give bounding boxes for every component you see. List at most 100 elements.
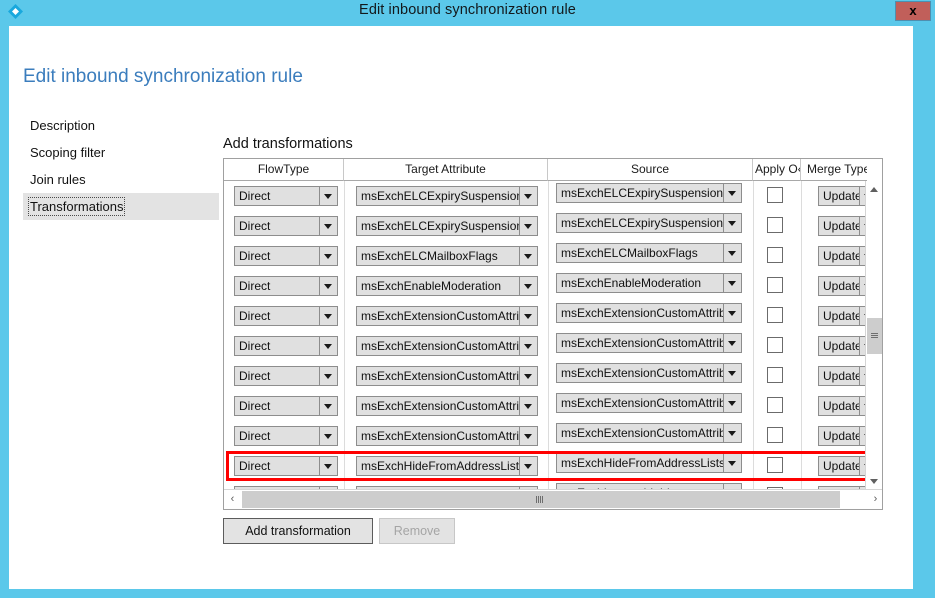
flowtype-dropdown[interactable]: Direct xyxy=(234,426,338,446)
grid-horizontal-scrollbar[interactable]: ‹ › xyxy=(224,489,882,509)
apply-once-checkbox[interactable] xyxy=(767,187,783,203)
scroll-up-icon[interactable] xyxy=(866,181,882,198)
merge-type-dropdown[interactable]: Update xyxy=(818,186,867,206)
table-row[interactable]: Direct msExchELCExpirySuspensionStart msEx… xyxy=(224,211,867,241)
chevron-down-icon[interactable] xyxy=(723,454,741,472)
chevron-down-icon[interactable] xyxy=(519,277,537,295)
apply-once-checkbox[interactable] xyxy=(767,397,783,413)
chevron-down-icon[interactable] xyxy=(519,337,537,355)
scroll-right-icon[interactable]: › xyxy=(867,490,882,509)
add-transformation-button[interactable]: Add transformation xyxy=(223,518,373,544)
chevron-down-icon[interactable] xyxy=(723,244,741,262)
chevron-down-icon[interactable] xyxy=(723,394,741,412)
column-header-flowtype[interactable]: FlowType xyxy=(224,159,344,181)
source-dropdown[interactable]: msExchELCExpirySuspensionEnd xyxy=(556,183,742,203)
source-dropdown[interactable]: msExchELCMailboxFlags xyxy=(556,243,742,263)
table-row[interactable]: Direct msExchExtensionCustomAttribute5 msE… xyxy=(224,421,867,451)
source-dropdown[interactable]: msExchExtensionCustomAttribute2 xyxy=(556,333,742,353)
apply-once-checkbox[interactable] xyxy=(767,247,783,263)
chevron-down-icon[interactable] xyxy=(519,247,537,265)
chevron-down-icon[interactable] xyxy=(723,424,741,442)
column-header-merge-type[interactable]: Merge Type xyxy=(801,159,867,181)
chevron-down-icon[interactable] xyxy=(519,427,537,445)
table-row[interactable]: Direct msExchELCMailboxFlags msExchELCMail… xyxy=(224,241,867,271)
source-dropdown[interactable]: msExchExtensionCustomAttribute1 xyxy=(556,303,742,323)
chevron-down-icon[interactable] xyxy=(319,217,337,235)
source-dropdown[interactable]: msExchExtensionCustomAttribute3 xyxy=(556,363,742,383)
remove-button[interactable]: Remove xyxy=(379,518,455,544)
table-row[interactable]: Direct msExchELCExpirySuspensionEnd msExch… xyxy=(224,181,867,211)
chevron-down-icon[interactable] xyxy=(319,247,337,265)
chevron-down-icon[interactable] xyxy=(319,457,337,475)
nav-item-join-rules[interactable]: Join rules xyxy=(23,166,219,193)
chevron-down-icon[interactable] xyxy=(723,364,741,382)
merge-type-dropdown[interactable]: Update xyxy=(818,396,867,416)
chevron-down-icon[interactable] xyxy=(723,304,741,322)
source-dropdown[interactable]: msExchHideFromAddressLists xyxy=(556,453,742,473)
chevron-down-icon[interactable] xyxy=(519,397,537,415)
table-row[interactable]: Direct msExchHideFromAddressLists msExchHi… xyxy=(224,451,867,481)
source-dropdown[interactable]: msExchExtensionCustomAttribute4 xyxy=(556,393,742,413)
column-header-apply-once[interactable]: Apply O‹ xyxy=(753,159,801,181)
flowtype-dropdown[interactable]: Direct xyxy=(234,366,338,386)
apply-once-checkbox[interactable] xyxy=(767,217,783,233)
chevron-down-icon[interactable] xyxy=(319,307,337,325)
merge-type-dropdown[interactable]: Update xyxy=(818,216,867,236)
nav-item-scoping-filter[interactable]: Scoping filter xyxy=(23,139,219,166)
chevron-down-icon[interactable] xyxy=(319,367,337,385)
chevron-down-icon[interactable] xyxy=(723,274,741,292)
chevron-down-icon[interactable] xyxy=(319,397,337,415)
target-attribute-dropdown[interactable]: msExchEnableModeration xyxy=(356,276,538,296)
target-attribute-dropdown[interactable]: msExchELCExpirySuspensionEnd xyxy=(356,186,538,206)
chevron-down-icon[interactable] xyxy=(319,427,337,445)
chevron-down-icon[interactable] xyxy=(519,367,537,385)
merge-type-dropdown[interactable]: Update xyxy=(818,426,867,446)
nav-item-description[interactable]: Description xyxy=(23,112,219,139)
table-row[interactable]: Direct msExchExtensionCustomAttribute3 msE… xyxy=(224,361,867,391)
apply-once-checkbox[interactable] xyxy=(767,307,783,323)
merge-type-dropdown[interactable]: Update xyxy=(818,246,867,266)
apply-once-checkbox[interactable] xyxy=(767,427,783,443)
chevron-down-icon[interactable] xyxy=(319,187,337,205)
merge-type-dropdown[interactable]: Update xyxy=(818,336,867,356)
table-row[interactable]: Direct msExchExtensionCustomAttribute4 msE… xyxy=(224,391,867,421)
chevron-down-icon[interactable] xyxy=(519,307,537,325)
table-row[interactable]: Direct msExchExtensionCustomAttribute1 msE… xyxy=(224,301,867,331)
horizontal-scroll-thumb[interactable] xyxy=(242,491,840,508)
scroll-down-icon[interactable] xyxy=(866,473,882,490)
column-header-target-attribute[interactable]: Target Attribute xyxy=(344,159,548,181)
close-button[interactable]: x xyxy=(895,1,931,21)
apply-once-checkbox[interactable] xyxy=(767,457,783,473)
flowtype-dropdown[interactable]: Direct xyxy=(234,396,338,416)
grid-vertical-scrollbar[interactable] xyxy=(865,181,882,490)
target-attribute-dropdown[interactable]: msExchELCMailboxFlags xyxy=(356,246,538,266)
flowtype-dropdown[interactable]: Direct xyxy=(234,216,338,236)
target-attribute-dropdown[interactable]: msExchExtensionCustomAttribute4 xyxy=(356,396,538,416)
chevron-down-icon[interactable] xyxy=(519,457,537,475)
source-dropdown[interactable]: msExchExtensionCustomAttribute5 xyxy=(556,423,742,443)
flowtype-dropdown[interactable]: Direct xyxy=(234,456,338,476)
target-attribute-dropdown[interactable]: msExchExtensionCustomAttribute2 xyxy=(356,336,538,356)
source-dropdown[interactable]: msExchEnableModeration xyxy=(556,273,742,293)
table-row[interactable]: Direct msExchExtensionCustomAttribute2 msE… xyxy=(224,331,867,361)
flowtype-dropdown[interactable]: Direct xyxy=(234,336,338,356)
target-attribute-dropdown[interactable]: msExchExtensionCustomAttribute1 xyxy=(356,306,538,326)
apply-once-checkbox[interactable] xyxy=(767,337,783,353)
target-attribute-dropdown[interactable]: msExchHideFromAddressLists xyxy=(356,456,538,476)
target-attribute-dropdown[interactable]: msExchExtensionCustomAttribute5 xyxy=(356,426,538,446)
merge-type-dropdown[interactable]: Update xyxy=(818,276,867,296)
flowtype-dropdown[interactable]: Direct xyxy=(234,186,338,206)
chevron-down-icon[interactable] xyxy=(519,187,537,205)
chevron-down-icon[interactable] xyxy=(519,217,537,235)
table-row[interactable]: Direct msExchEnableModeration msExchEnable… xyxy=(224,271,867,301)
flowtype-dropdown[interactable]: Direct xyxy=(234,246,338,266)
target-attribute-dropdown[interactable]: msExchELCExpirySuspensionStart xyxy=(356,216,538,236)
merge-type-dropdown[interactable]: Update xyxy=(818,366,867,386)
nav-item-transformations[interactable]: Transformations xyxy=(23,193,219,220)
merge-type-dropdown[interactable]: Update xyxy=(818,456,867,476)
chevron-down-icon[interactable] xyxy=(723,334,741,352)
flowtype-dropdown[interactable]: Direct xyxy=(234,276,338,296)
chevron-down-icon[interactable] xyxy=(723,214,741,232)
target-attribute-dropdown[interactable]: msExchExtensionCustomAttribute3 xyxy=(356,366,538,386)
vertical-scroll-thumb[interactable] xyxy=(867,318,882,354)
